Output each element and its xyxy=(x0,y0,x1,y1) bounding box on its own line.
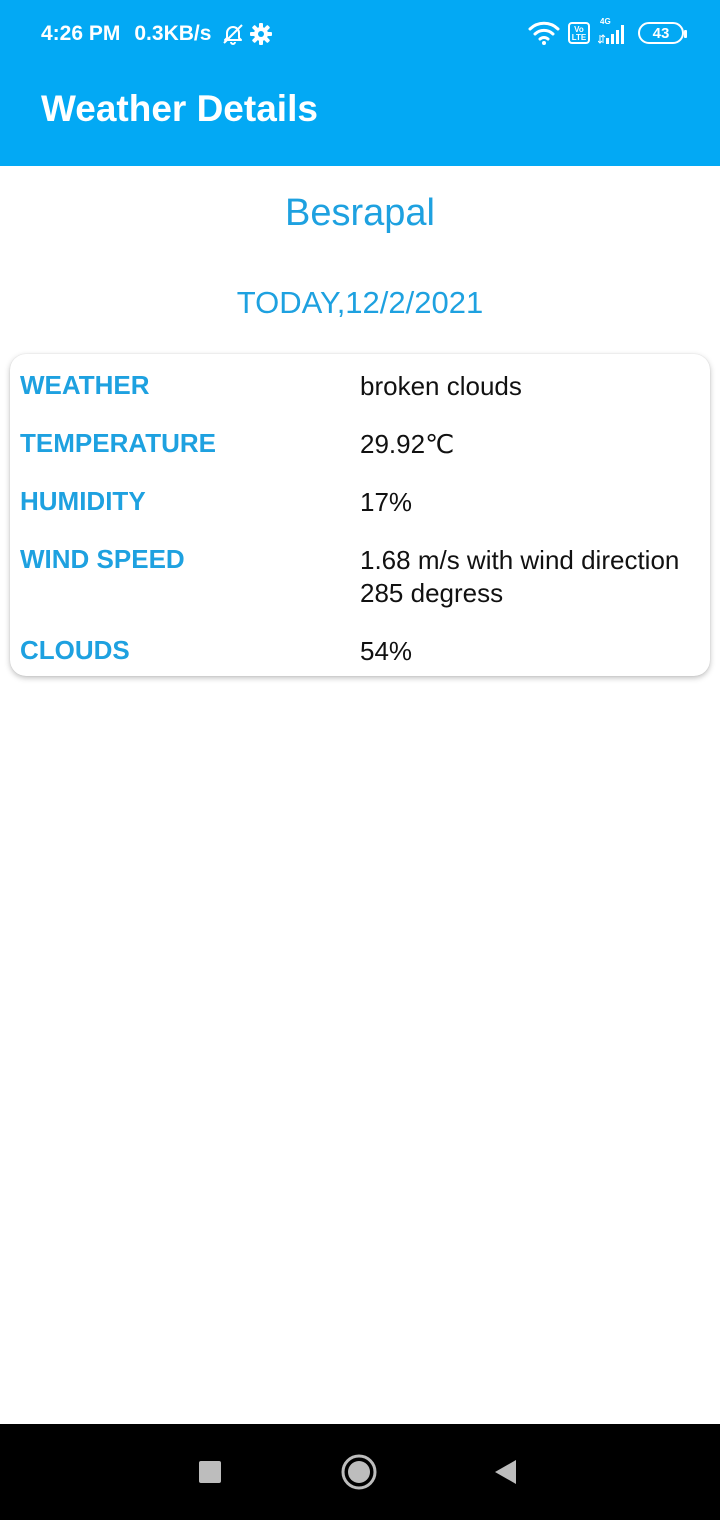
temperature-value: 29.92℃ xyxy=(360,429,455,459)
wind-speed-label: WIND SPEED xyxy=(20,544,185,574)
back-triangle-icon xyxy=(495,1460,516,1484)
wind-speed-value: 1.68 m/s with wind direction 285 degress xyxy=(360,545,680,608)
home-circle-icon xyxy=(341,1454,377,1490)
weather-label: WEATHER xyxy=(20,370,150,400)
network-speed: 0.3KB/s xyxy=(134,22,212,45)
status-time: 4:26 PM xyxy=(41,22,121,45)
recents-button[interactable] xyxy=(162,1424,258,1520)
recents-square-icon xyxy=(199,1461,221,1483)
temperature-label: TEMPERATURE xyxy=(20,428,216,458)
city-name: Besrapal xyxy=(285,192,435,234)
battery-icon: 43 xyxy=(638,22,687,44)
navigation-bar xyxy=(0,1424,720,1520)
forecast-date: TODAY,12/2/2021 xyxy=(236,285,484,320)
home-button[interactable] xyxy=(311,1424,407,1520)
back-button[interactable] xyxy=(458,1424,554,1520)
clouds-value: 54% xyxy=(360,636,413,666)
wifi-icon xyxy=(528,20,560,46)
clouds-label: CLOUDS xyxy=(20,635,130,665)
app-bar-title: Weather Details xyxy=(41,88,318,129)
status-left: 4:26 PM 0.3KB/s xyxy=(41,22,273,46)
top-bar: 4:26 PM 0.3KB/s Vo LTE 4G 43 Weather Det… xyxy=(0,0,720,166)
status-right: Vo LTE 4G 43 xyxy=(520,17,687,46)
humidity-label: HUMIDITY xyxy=(20,486,146,516)
network-type-label: 4G xyxy=(600,17,611,26)
mute-bell-icon xyxy=(221,22,245,46)
humidity-value: 17% xyxy=(360,487,413,517)
status-bar: 4:26 PM 0.3KB/s Vo LTE 4G 43 xyxy=(0,0,720,70)
weather-value: broken clouds xyxy=(360,371,522,401)
app-screen: 4:26 PM 0.3KB/s Vo LTE 4G 43 Weather Det… xyxy=(0,0,720,1520)
signal-icon: 4G xyxy=(598,17,628,45)
gear-icon xyxy=(249,22,273,46)
volte-icon: Vo LTE xyxy=(568,22,590,44)
weather-details-card: WEATHER broken clouds TEMPERATURE 29.92℃… xyxy=(10,354,710,676)
